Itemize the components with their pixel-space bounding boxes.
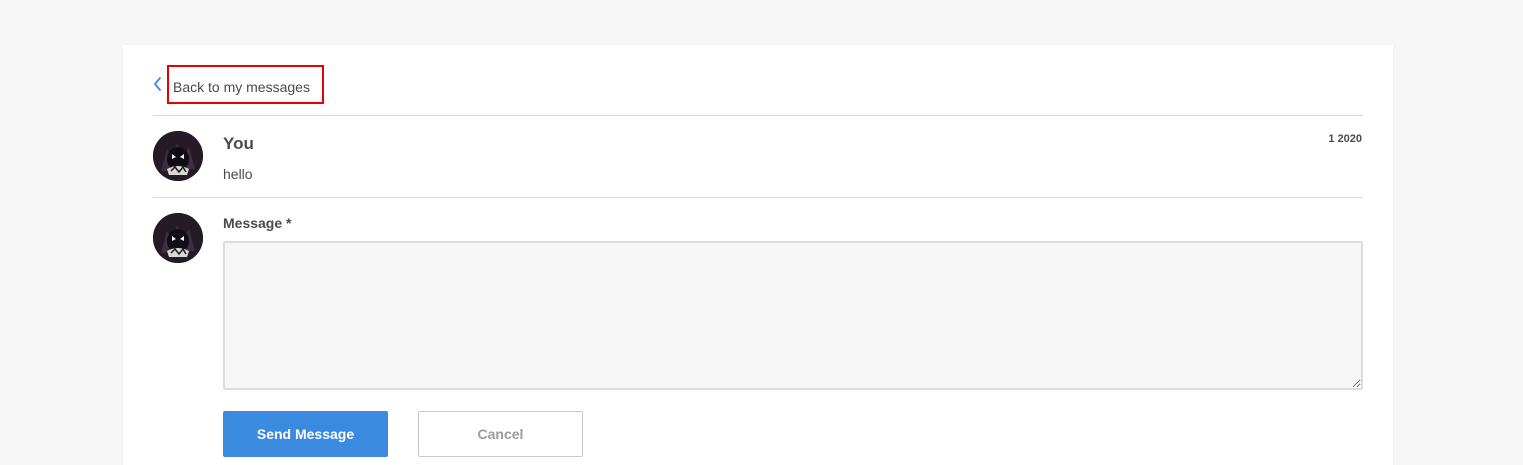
send-message-button[interactable]: Send Message	[223, 411, 388, 457]
back-navigation[interactable]: Back to my messages	[153, 64, 324, 104]
cancel-button[interactable]: Cancel	[418, 411, 583, 457]
avatar	[153, 213, 203, 263]
avatar-image	[153, 213, 203, 263]
message-field-label: Message *	[223, 215, 292, 231]
conversation-card: Back to my messages You 1 2020 hello Mes…	[123, 45, 1393, 465]
message-author: You	[223, 134, 254, 153]
back-to-messages-link[interactable]: Back to my messages	[167, 64, 324, 104]
message-text: hello	[223, 166, 253, 182]
divider	[153, 197, 1363, 198]
message-textarea[interactable]	[223, 241, 1363, 390]
divider	[153, 115, 1363, 116]
chevron-left-icon[interactable]	[153, 76, 163, 92]
message-date: 1 2020	[1328, 133, 1362, 145]
avatar	[153, 131, 203, 181]
avatar-image	[153, 131, 203, 181]
